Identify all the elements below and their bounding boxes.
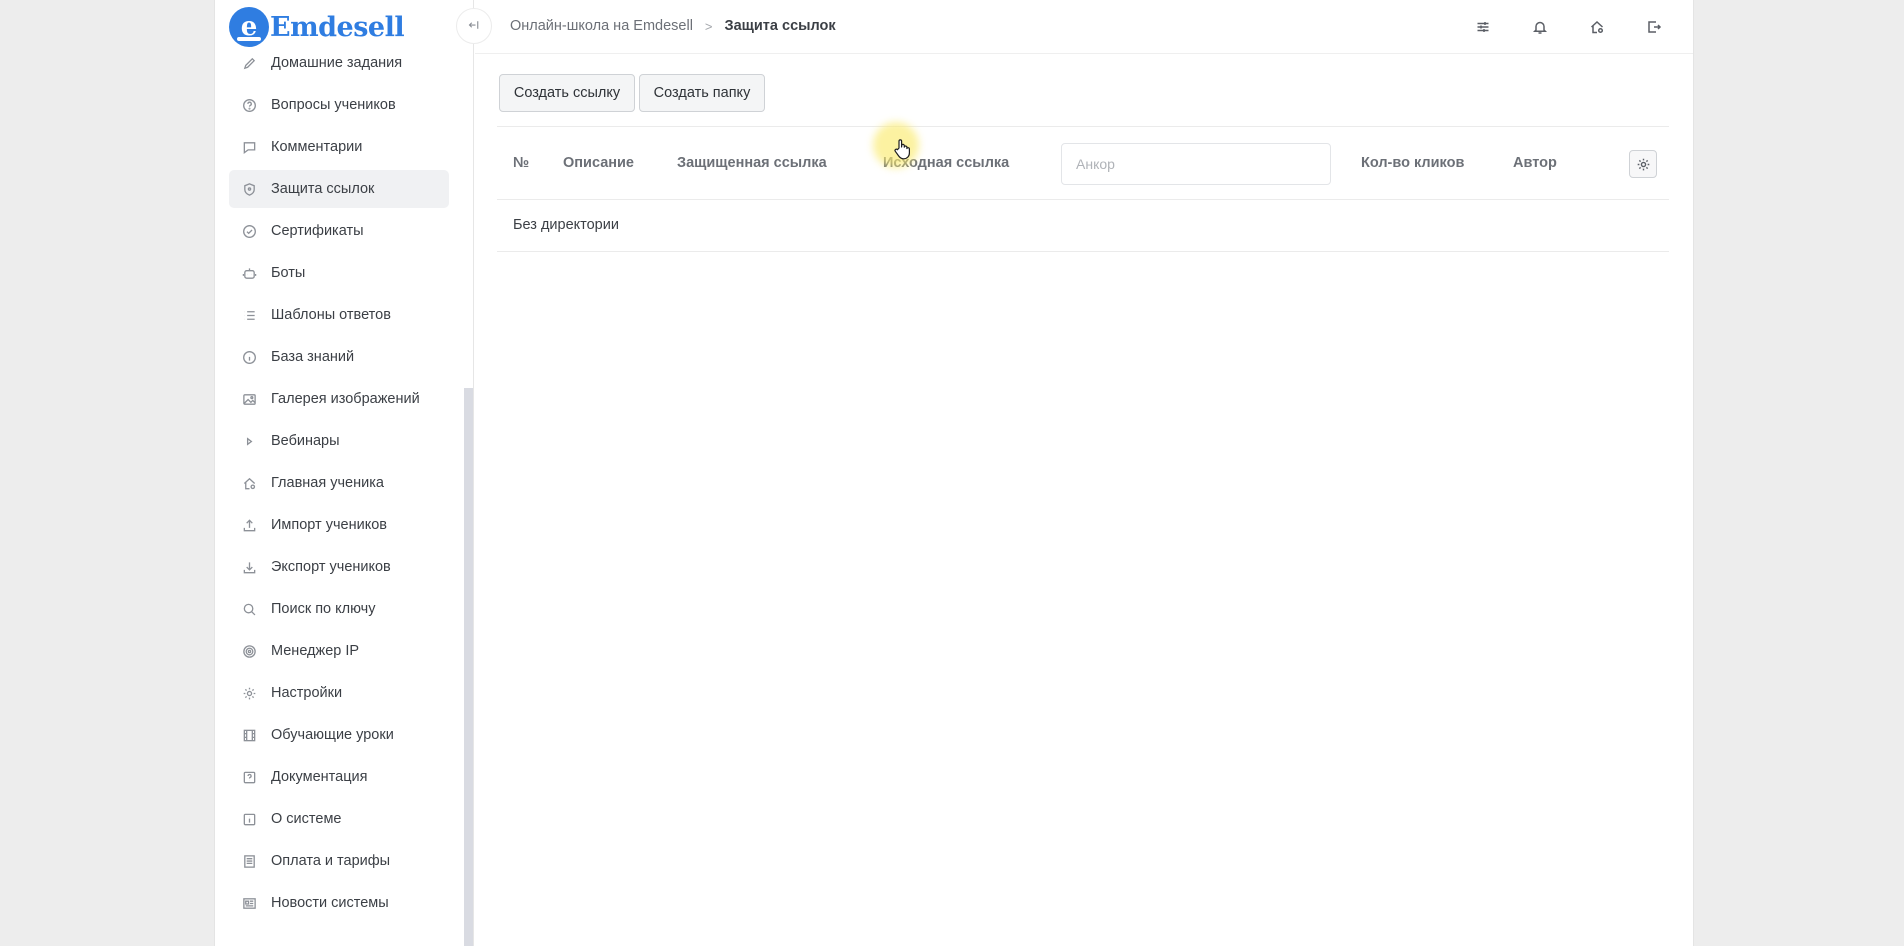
table-row[interactable]: Без директории bbox=[497, 200, 1669, 252]
sidebar-nav: Домашние задания Вопросы учеников Коммен… bbox=[229, 44, 449, 926]
sidebar-item-knowledge-base[interactable]: База знаний bbox=[229, 338, 449, 376]
breadcrumb-separator: > bbox=[704, 18, 713, 34]
column-protected-link[interactable]: Защищенная ссылка bbox=[677, 155, 827, 171]
sidebar-item-label: Новости системы bbox=[271, 895, 389, 911]
download-icon bbox=[241, 559, 257, 575]
sidebar-item-export-students[interactable]: Экспорт учеников bbox=[229, 548, 449, 586]
sidebar-item-label: База знаний bbox=[271, 349, 355, 365]
bell-icon[interactable] bbox=[1529, 16, 1551, 38]
target-icon bbox=[241, 643, 257, 659]
table-header: № Описание Защищенная ссылка Исходная сс… bbox=[497, 126, 1669, 200]
main-content: Создать ссылку Создать папку № Описание … bbox=[475, 54, 1693, 946]
sidebar-item-label: Экспорт учеников bbox=[271, 559, 391, 575]
logo-mark: e bbox=[229, 7, 269, 47]
breadcrumb: Онлайн-школа на Emdesell > Защита ссылок bbox=[510, 18, 836, 34]
sidebar-item-billing[interactable]: Оплата и тарифы bbox=[229, 842, 449, 880]
logo[interactable]: e Emdesell bbox=[229, 7, 405, 47]
sidebar-item-label: Обучающие уроки bbox=[271, 727, 394, 743]
robot-icon bbox=[241, 265, 257, 281]
sidebar-item-label: Шаблоны ответов bbox=[271, 307, 391, 323]
shield-icon bbox=[241, 181, 257, 197]
gear-icon bbox=[1636, 157, 1651, 172]
folder-label: Без директории bbox=[513, 217, 619, 233]
sidebar-item-label: Сертификаты bbox=[271, 223, 364, 239]
sidebar-scrollbar[interactable] bbox=[464, 388, 473, 946]
check-circle-icon bbox=[241, 223, 257, 239]
sidebar-item-documentation[interactable]: Документация bbox=[229, 758, 449, 796]
column-author[interactable]: Автор bbox=[1513, 155, 1557, 171]
image-icon bbox=[241, 391, 257, 407]
search-icon bbox=[241, 601, 257, 617]
sidebar-item-label: О системе bbox=[271, 811, 342, 827]
sidebar-item-label: Импорт учеников bbox=[271, 517, 387, 533]
app-window: e Emdesell Домашние задания Вопросы учен… bbox=[214, 0, 1694, 946]
news-icon bbox=[241, 895, 257, 911]
sidebar: e Emdesell Домашние задания Вопросы учен… bbox=[215, 0, 474, 946]
film-icon bbox=[241, 727, 257, 743]
sliders-icon[interactable] bbox=[1472, 16, 1494, 38]
topbar-actions bbox=[1437, 16, 1665, 38]
sidebar-item-settings[interactable]: Настройки bbox=[229, 674, 449, 712]
help-square-icon bbox=[241, 769, 257, 785]
sidebar-item-label: Боты bbox=[271, 265, 306, 281]
anchor-filter-input[interactable] bbox=[1061, 143, 1331, 185]
sidebar-item-about[interactable]: О системе bbox=[229, 800, 449, 838]
info-circle-icon bbox=[241, 349, 257, 365]
sidebar-item-comments[interactable]: Комментарии bbox=[229, 128, 449, 166]
breadcrumb-current: Защита ссылок bbox=[724, 18, 836, 34]
gear-icon bbox=[241, 685, 257, 701]
pencil-icon bbox=[241, 55, 257, 71]
sidebar-item-answer-templates[interactable]: Шаблоны ответов bbox=[229, 296, 449, 334]
sidebar-item-webinars[interactable]: Вебинары bbox=[229, 422, 449, 460]
topbar: Онлайн-школа на Emdesell > Защита ссылок bbox=[475, 0, 1693, 54]
sidebar-item-homework[interactable]: Домашние задания bbox=[229, 44, 449, 82]
sidebar-item-import-students[interactable]: Импорт учеников bbox=[229, 506, 449, 544]
home-gear-icon[interactable] bbox=[1586, 16, 1608, 38]
table-settings-button[interactable] bbox=[1629, 150, 1657, 178]
logo-text: Emdesell bbox=[270, 11, 405, 43]
info-square-icon bbox=[241, 811, 257, 827]
create-folder-button[interactable]: Создать папку bbox=[639, 74, 765, 112]
sidebar-item-label: Защита ссылок bbox=[271, 181, 375, 197]
sidebar-item-ip-manager[interactable]: Менеджер IP bbox=[229, 632, 449, 670]
sidebar-item-certificates[interactable]: Сертификаты bbox=[229, 212, 449, 250]
sidebar-item-label: Вебинары bbox=[271, 433, 340, 449]
sidebar-item-label: Менеджер IP bbox=[271, 643, 360, 659]
sidebar-item-tutorials[interactable]: Обучающие уроки bbox=[229, 716, 449, 754]
sidebar-item-label: Оплата и тарифы bbox=[271, 853, 391, 869]
sidebar-collapse-button[interactable] bbox=[456, 8, 492, 44]
sidebar-item-key-search[interactable]: Поиск по ключу bbox=[229, 590, 449, 628]
sidebar-item-label: Поиск по ключу bbox=[271, 601, 376, 617]
sidebar-item-label: Настройки bbox=[271, 685, 343, 701]
sidebar-item-label: Домашние задания bbox=[271, 55, 403, 71]
sidebar-item-system-news[interactable]: Новости системы bbox=[229, 884, 449, 922]
sidebar-item-label: Главная ученика bbox=[271, 475, 384, 491]
comment-icon bbox=[241, 139, 257, 155]
create-link-button[interactable]: Создать ссылку bbox=[499, 74, 635, 112]
column-description[interactable]: Описание bbox=[563, 155, 634, 171]
sidebar-item-student-questions[interactable]: Вопросы учеников bbox=[229, 86, 449, 124]
sidebar-item-label: Галерея изображений bbox=[271, 391, 420, 407]
sidebar-item-image-gallery[interactable]: Галерея изображений bbox=[229, 380, 449, 418]
sidebar-item-label: Комментарии bbox=[271, 139, 363, 155]
upload-icon bbox=[241, 517, 257, 533]
question-circle-icon bbox=[241, 97, 257, 113]
sidebar-item-label: Вопросы учеников bbox=[271, 97, 396, 113]
hand-cursor-icon bbox=[894, 139, 910, 160]
logout-icon[interactable] bbox=[1643, 16, 1665, 38]
column-number[interactable]: № bbox=[513, 155, 529, 171]
collapse-left-icon bbox=[468, 19, 480, 34]
receipt-icon bbox=[241, 853, 257, 869]
play-icon bbox=[241, 433, 257, 449]
column-clicks[interactable]: Кол-во кликов bbox=[1361, 155, 1464, 171]
sidebar-item-label: Документация bbox=[271, 769, 368, 785]
home-gear-icon bbox=[241, 475, 257, 491]
sidebar-item-student-home[interactable]: Главная ученика bbox=[229, 464, 449, 502]
sidebar-item-link-protection[interactable]: Защита ссылок bbox=[229, 170, 449, 208]
breadcrumb-parent-link[interactable]: Онлайн-школа на Emdesell bbox=[510, 18, 693, 34]
list-icon bbox=[241, 307, 257, 323]
sidebar-item-bots[interactable]: Боты bbox=[229, 254, 449, 292]
